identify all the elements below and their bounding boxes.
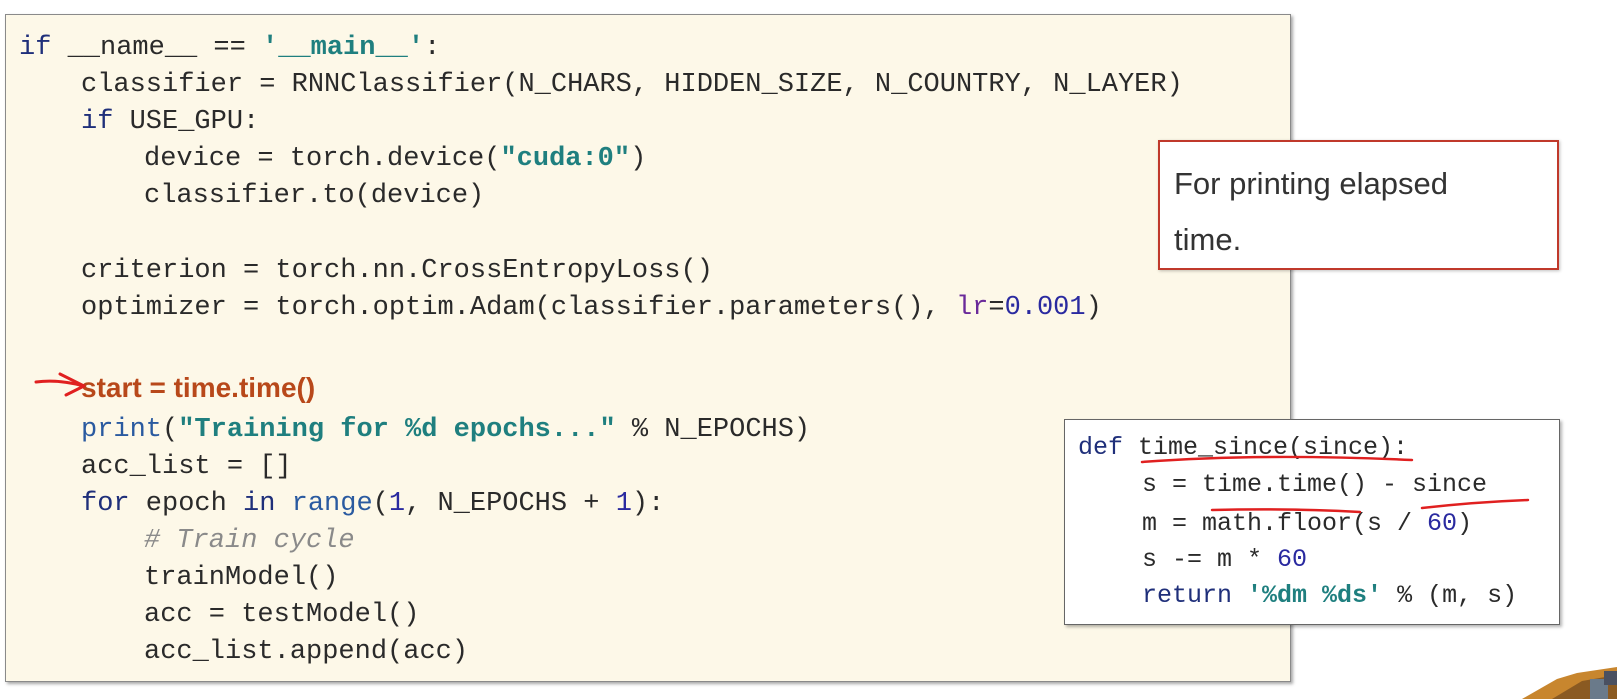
code-text: device = torch.device( [144,144,501,174]
code-text: ): [631,489,665,519]
code-text: ) [630,144,647,174]
code-text: time_since(since): [1123,433,1409,462]
code-line-9: print("Training for %d epochs..." % N_EP… [81,412,810,448]
code-line-7: optimizer = torch.optim.Adam(classifier.… [81,290,1102,326]
code-line-3: if USE_GPU: [81,104,259,140]
number-literal: 60 [1277,545,1308,574]
code-text: , N_EPOCHS + [405,489,616,519]
code-comment: # Train cycle [144,526,355,556]
code-text: = [988,293,1005,323]
code-text: optimizer = torch.optim.Adam(classifier.… [81,293,956,323]
code-line-11: for epoch in range(1, N_EPOCHS + 1): [81,486,664,522]
code-line-14: acc = testModel() [144,600,420,630]
helper-line-2: s = time.time() - since [1142,470,1488,499]
code-text: USE_GPU: [113,107,260,137]
helper-line-1: def time_since(since): [1078,430,1408,466]
keyword-for: for [81,489,130,519]
code-text: ( [372,489,389,519]
keyword-def: def [1078,433,1124,462]
keyword-return: return [1142,581,1233,610]
callout-box: For printing elapsed time. [1158,140,1559,270]
builtin-range: range [291,489,373,519]
code-text: __name__ == [51,33,263,63]
helper-line-3: m = math.floor(s / 60) [1142,506,1472,542]
code-line-2: classifier = RNNClassifier(N_CHARS, HIDD… [81,70,1183,100]
code-line-5: classifier.to(device) [144,181,485,211]
keyword-if: if [19,33,52,63]
helper-line-5: return '%dm %ds' % (m, s) [1142,578,1517,614]
number-literal: 1 [388,489,406,519]
code-text: % N_EPOCHS) [615,415,811,445]
keyword-in: in [243,489,276,519]
code-line-13: trainModel() [144,563,339,593]
string-literal: '__main__' [262,33,425,63]
string-literal: "Training for %d epochs..." [178,415,616,445]
builtin-print: print [81,415,163,445]
string-literal: "cuda:0" [500,144,631,174]
code-text: ( [162,415,179,445]
helper-line-4: s -= m * 60 [1142,542,1307,578]
code-line-6: criterion = torch.nn.CrossEntropyLoss() [81,256,713,286]
highlighted-start-line: start = time.time() [81,372,316,403]
helper-code-panel: def time_since(since): s = time.time() -… [1064,419,1560,625]
number-literal: 1 [615,489,632,519]
presenter-video-thumbnail [1512,665,1617,699]
code-line-10: acc_list = [] [81,452,292,482]
code-text: ) [1085,293,1102,323]
code-text: ) [1457,509,1473,538]
keyword-if: if [81,107,114,137]
code-line-4: device = torch.device("cuda:0") [144,141,646,177]
callout-text-line-1: For printing elapsed [1174,166,1448,201]
number-literal: 0.001 [1004,293,1086,323]
code-text: m = math.floor(s / [1142,509,1428,538]
callout-text-line-2: time. [1174,222,1242,257]
code-text: : [424,33,441,63]
code-line-1: if __name__ == '__main__': [19,30,440,66]
number-literal: 60 [1427,509,1458,538]
corner-photo-graphic [1522,667,1617,699]
code-text: epoch [129,489,244,519]
code-text: s -= m * [1142,545,1278,574]
code-text: % (m, s) [1382,581,1518,610]
param-name: lr [955,293,989,323]
code-line-15: acc_list.append(acc) [144,637,469,667]
string-literal: '%dm %ds' [1247,581,1383,610]
